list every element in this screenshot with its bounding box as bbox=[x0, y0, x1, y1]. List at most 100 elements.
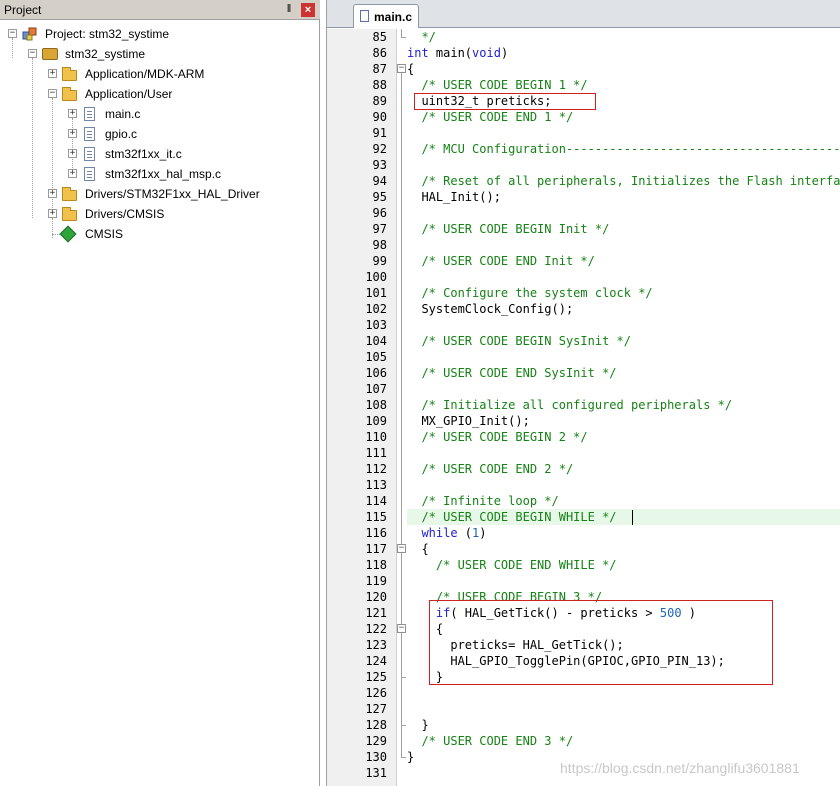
line-number: 96 bbox=[372, 206, 387, 220]
tree-item-target-stm32-systime[interactable]: stm32_systime bbox=[65, 44, 145, 64]
code-token-comment: /* Infinite loop */ bbox=[407, 494, 559, 508]
fold-collapse-icon[interactable]: − bbox=[397, 64, 406, 73]
file-icon bbox=[84, 107, 95, 121]
line-number: 88 bbox=[372, 78, 387, 92]
tree-item-label: CMSIS bbox=[85, 227, 124, 241]
code-line: /* USER CODE BEGIN 1 */ bbox=[407, 77, 588, 93]
code-line: /* Initialize all configured peripherals… bbox=[407, 397, 732, 413]
code-token-comment: /* USER CODE BEGIN 1 */ bbox=[407, 78, 588, 92]
tree-item-label: Project: stm32_systime bbox=[45, 27, 170, 41]
tab-main-c[interactable]: main.c bbox=[353, 4, 419, 28]
line-number: 110 bbox=[365, 430, 387, 444]
code-line: /* Infinite loop */ bbox=[407, 493, 559, 509]
code-token-plain: ( bbox=[457, 526, 473, 540]
tree-item-file-stm32f1xx-it-c[interactable]: stm32f1xx_it.c bbox=[105, 144, 182, 164]
tree-item-label: Drivers/CMSIS bbox=[85, 207, 165, 221]
line-number: 108 bbox=[365, 398, 387, 412]
tree-connector-line bbox=[32, 58, 33, 218]
expand-icon[interactable]: + bbox=[68, 109, 77, 118]
line-number: 120 bbox=[365, 590, 387, 604]
code-line: /* USER CODE BEGIN 2 */ bbox=[407, 429, 587, 445]
collapse-icon[interactable]: − bbox=[48, 89, 57, 98]
line-number: 113 bbox=[365, 478, 387, 492]
line-number: 92 bbox=[372, 142, 387, 156]
code-token-comment: /* Initialize all configured peripherals… bbox=[407, 398, 733, 412]
fold-end-marker bbox=[401, 677, 406, 678]
tree-item-group-drivers-hal[interactable]: Drivers/STM32F1xx_HAL_Driver bbox=[85, 184, 260, 204]
code-token-keyword: void bbox=[472, 46, 501, 60]
line-number: 99 bbox=[372, 254, 387, 268]
expand-icon[interactable]: + bbox=[48, 189, 57, 198]
expand-icon[interactable]: + bbox=[48, 209, 57, 218]
tree-item-component-cmsis[interactable]: CMSIS bbox=[85, 224, 123, 244]
code-line: /* USER CODE END SysInit */ bbox=[407, 365, 616, 381]
close-pane-button[interactable]: × bbox=[301, 3, 315, 17]
tree-connector-line bbox=[52, 218, 53, 238]
tree-item-project-root[interactable]: Project: stm32_systime bbox=[45, 24, 169, 44]
highlight-box-toggle-block bbox=[429, 600, 773, 685]
line-number: 117 bbox=[365, 542, 387, 556]
fold-collapse-icon[interactable]: − bbox=[397, 624, 406, 633]
line-number: 112 bbox=[365, 462, 387, 476]
code-line: /* USER CODE BEGIN Init */ bbox=[407, 221, 609, 237]
project-pane: Project ‖ × − Project: stm32_systime − stm3… bbox=[0, 0, 320, 786]
line-number: 121 bbox=[365, 606, 387, 620]
line-number: 118 bbox=[365, 558, 387, 572]
fold-end-marker bbox=[401, 757, 406, 758]
line-number: 125 bbox=[365, 670, 387, 684]
code-line: /* MCU Configuration--------------------… bbox=[407, 141, 840, 157]
line-number: 122 bbox=[365, 622, 387, 636]
project-icon bbox=[22, 26, 38, 42]
file-icon bbox=[360, 10, 369, 22]
expand-icon[interactable]: + bbox=[48, 69, 57, 78]
folder-icon bbox=[62, 67, 77, 81]
watermark-text: https://blog.csdn.net/zhanglifu3601881 bbox=[560, 760, 800, 776]
collapse-icon[interactable]: − bbox=[8, 29, 17, 38]
code-token-comment: /* USER CODE BEGIN WHILE */ bbox=[407, 510, 617, 524]
expand-icon[interactable]: + bbox=[68, 169, 77, 178]
expand-icon[interactable]: + bbox=[68, 129, 77, 138]
fold-margin: − − − bbox=[397, 29, 407, 786]
code-token-comment: /* MCU Configuration--------------------… bbox=[421, 142, 840, 156]
tree-item-file-stm32f1xx-hal-msp-c[interactable]: stm32f1xx_hal_msp.c bbox=[105, 164, 221, 184]
tree-item-file-main-c[interactable]: main.c bbox=[105, 104, 140, 124]
code-token-plain: SystemClock_Config(); bbox=[407, 302, 574, 316]
pin-icon[interactable]: ‖ bbox=[283, 3, 295, 15]
code-line: /* USER CODE BEGIN WHILE */ bbox=[407, 509, 617, 525]
code-line: while (1) bbox=[407, 525, 486, 541]
tab-label: main.c bbox=[374, 10, 413, 24]
line-number: 97 bbox=[372, 222, 387, 236]
expand-icon[interactable]: + bbox=[68, 149, 77, 158]
tree-item-file-gpio-c[interactable]: gpio.c bbox=[105, 124, 137, 144]
line-number: 95 bbox=[372, 190, 387, 204]
fold-range-line bbox=[401, 29, 402, 37]
line-number: 130 bbox=[365, 750, 387, 764]
folder-icon bbox=[62, 187, 77, 201]
line-number: 90 bbox=[372, 110, 387, 124]
code-token-comment: /* USER CODE END 2 */ bbox=[407, 462, 574, 476]
code-line: SystemClock_Config(); bbox=[407, 301, 573, 317]
fold-collapse-icon[interactable]: − bbox=[397, 544, 406, 553]
line-number: 102 bbox=[365, 302, 387, 316]
fold-range-line bbox=[401, 633, 402, 677]
code-line: } bbox=[407, 717, 428, 733]
project-pane-header: Project ‖ × bbox=[0, 0, 320, 20]
editor-tab-bar: main.c bbox=[327, 0, 840, 28]
tree-item-group-application-mdk-arm[interactable]: Application/MDK-ARM bbox=[85, 64, 204, 84]
code-line: { bbox=[407, 61, 414, 77]
tree-item-group-application-user[interactable]: Application/User bbox=[85, 84, 172, 104]
line-number: 116 bbox=[365, 526, 387, 540]
code-token-comment: /* USER CODE BEGIN Init */ bbox=[407, 222, 610, 236]
collapse-icon[interactable]: − bbox=[28, 49, 37, 58]
line-number: 85 bbox=[372, 30, 387, 44]
tree-item-label: stm32f1xx_it.c bbox=[105, 147, 182, 161]
code-token-plain: main( bbox=[428, 46, 473, 60]
tree-item-group-drivers-cmsis[interactable]: Drivers/CMSIS bbox=[85, 204, 164, 224]
code-line: /* USER CODE BEGIN SysInit */ bbox=[407, 333, 631, 349]
code-token-comment: /* USER CODE END 3 */ bbox=[407, 734, 574, 748]
line-number: 94 bbox=[372, 174, 387, 188]
highlight-box-preticks-declaration bbox=[414, 93, 596, 110]
code-token-plain: { bbox=[407, 542, 429, 556]
fold-end-marker bbox=[401, 37, 406, 38]
